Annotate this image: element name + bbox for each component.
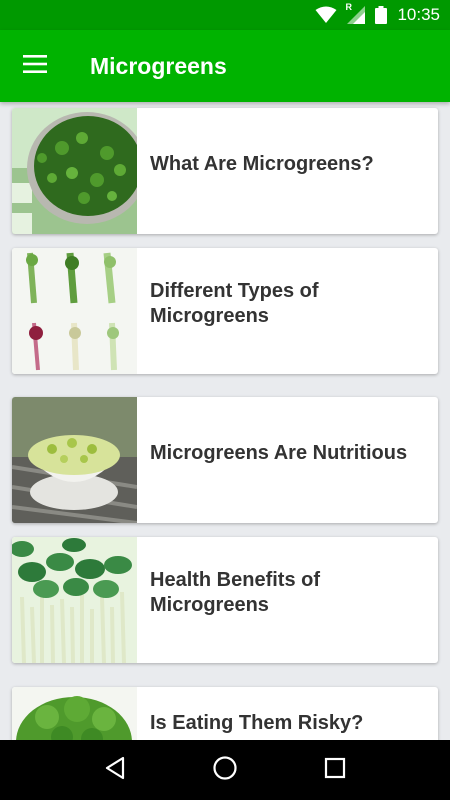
system-nav-bar bbox=[0, 740, 450, 800]
back-icon bbox=[104, 756, 126, 785]
wifi-icon bbox=[315, 6, 337, 24]
article-title: Health Benefits of Microgreens bbox=[150, 569, 321, 616]
app-title: Microgreens bbox=[90, 52, 227, 79]
article-list[interactable]: What Are Microgreens? Different Types of… bbox=[0, 102, 450, 740]
back-button[interactable] bbox=[85, 740, 145, 800]
article-card[interactable]: Different Types of Microgreens bbox=[12, 248, 438, 374]
battery-icon bbox=[375, 6, 388, 24]
status-bar: R 10:35 bbox=[0, 0, 450, 30]
menu-button[interactable] bbox=[0, 30, 70, 102]
microgreens-tray-photo bbox=[12, 108, 137, 234]
home-icon bbox=[212, 755, 238, 786]
article-title: Different Types of Microgreens bbox=[150, 280, 319, 327]
article-card[interactable]: Is Eating Them Risky? bbox=[12, 687, 438, 740]
app-bar: Microgreens bbox=[0, 30, 450, 102]
article-title: What Are Microgreens? bbox=[150, 152, 374, 175]
status-time: 10:35 bbox=[397, 5, 440, 24]
microgreens-varieties-photo bbox=[12, 248, 137, 374]
hamburger-menu-icon bbox=[23, 54, 47, 78]
signal-roaming-badge: R bbox=[345, 2, 352, 12]
article-card[interactable]: Microgreens Are Nutritious bbox=[12, 397, 438, 523]
recents-button[interactable] bbox=[305, 740, 365, 800]
article-title: Is Eating Them Risky? bbox=[150, 712, 364, 734]
microgreens-leaves-photo bbox=[12, 687, 137, 740]
article-title: Microgreens Are Nutritious bbox=[150, 441, 408, 464]
article-card[interactable]: What Are Microgreens? bbox=[12, 108, 438, 234]
sprouts-bowl-photo bbox=[12, 397, 137, 523]
recents-icon bbox=[324, 757, 346, 784]
article-card[interactable]: Health Benefits of Microgreens bbox=[12, 537, 438, 663]
signal-icon: R bbox=[345, 2, 366, 24]
home-button[interactable] bbox=[195, 740, 255, 800]
microgreens-closeup-photo bbox=[12, 537, 137, 663]
